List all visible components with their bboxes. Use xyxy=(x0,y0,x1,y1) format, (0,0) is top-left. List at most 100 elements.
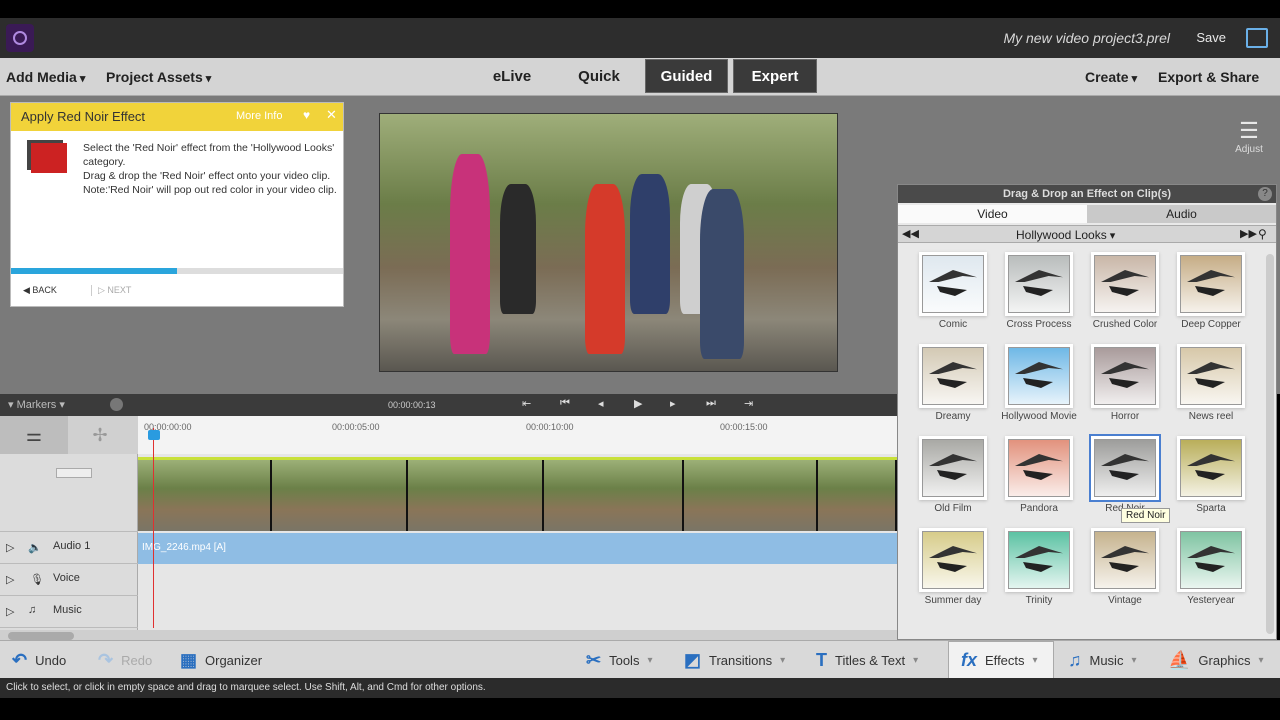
undo-button[interactable]: ↶ Undo xyxy=(12,641,66,679)
tab-expert[interactable]: Expert xyxy=(733,59,817,93)
markers-menu[interactable]: ▾ Markers ▾ xyxy=(8,398,65,411)
tools-label: Tools xyxy=(609,652,640,668)
audio-clip[interactable]: IMG_2246.mp4 [A] xyxy=(138,533,897,564)
effect-label: Dreamy xyxy=(935,411,971,422)
effect-thumbnail xyxy=(922,531,984,589)
video-clip[interactable] xyxy=(138,457,897,531)
tab-guided[interactable]: Guided xyxy=(645,59,728,93)
next-edit-icon[interactable]: ⏭ xyxy=(706,397,716,410)
audio-clip-label: IMG_2246.mp4 [A] xyxy=(142,542,226,553)
timeline-ruler[interactable]: 00:00:00:00 00:00:05:00 00:00:10:00 00:0… xyxy=(138,416,897,454)
effects-scrollbar[interactable] xyxy=(1266,254,1274,634)
effect-hollywood-movie[interactable]: Hollywood Movie xyxy=(996,347,1082,437)
voice-track-header: ▷ 🎙 Voice xyxy=(0,564,138,596)
redo-icon: ↷ xyxy=(98,649,114,670)
playhead[interactable] xyxy=(153,428,154,628)
effect-horror[interactable]: Horror xyxy=(1082,347,1168,437)
music-track-header: ▷ ♫ Music xyxy=(0,596,138,628)
project-assets-menu[interactable]: Project Assets xyxy=(106,69,211,85)
playhead-handle[interactable] xyxy=(148,430,160,440)
step-forward-icon[interactable]: ▸ xyxy=(670,397,676,410)
next-category-icon[interactable]: ▶▶ xyxy=(1240,227,1257,240)
fullscreen-icon[interactable] xyxy=(1246,28,1268,48)
save-button[interactable]: Save xyxy=(1196,30,1226,45)
step-back-icon[interactable]: ◂ xyxy=(598,397,604,410)
guided-panel: Apply Red Noir Effect More Info ♥ ✕ Sele… xyxy=(10,102,344,307)
help-icon[interactable]: ? xyxy=(1258,187,1272,201)
titles-text-button[interactable]: T Titles & Text ▾ xyxy=(816,641,918,679)
track-settings-icon[interactable]: ⚌ xyxy=(0,416,68,454)
tab-elive[interactable]: eLive xyxy=(472,58,552,96)
category-bar: ◀◀ Hollywood Looks ▶▶ ⚲ xyxy=(898,225,1276,243)
expand-icon[interactable]: ▷ xyxy=(6,605,14,618)
effect-yesteryear[interactable]: Yesteryear xyxy=(1168,531,1254,621)
track-label: Voice xyxy=(53,572,80,584)
pilot-icon xyxy=(1195,286,1225,296)
tab-audio[interactable]: Audio xyxy=(1087,205,1276,223)
export-share-menu[interactable]: Export & Share xyxy=(1158,69,1259,85)
go-to-end-icon[interactable]: ⇥ xyxy=(744,397,753,410)
preview-figure xyxy=(500,184,536,314)
adjust-button[interactable]: ☰ Adjust xyxy=(1224,100,1274,170)
guided-progress-fill xyxy=(11,268,177,274)
create-menu[interactable]: Create xyxy=(1085,69,1137,85)
effect-cross-process[interactable]: Cross Process xyxy=(996,255,1082,345)
previous-edit-icon[interactable]: ⏮ xyxy=(560,397,570,410)
tab-video[interactable]: Video xyxy=(898,205,1087,223)
transitions-label: Transitions xyxy=(709,652,773,668)
add-media-menu[interactable]: Add Media xyxy=(6,69,85,85)
search-icon[interactable]: ⚲ xyxy=(1258,227,1267,241)
effect-thumbnail xyxy=(1094,255,1156,313)
effect-trinity[interactable]: Trinity xyxy=(996,531,1082,621)
effects-button[interactable]: fx Effects ▾ xyxy=(948,641,1054,679)
effect-pandora[interactable]: Pandora xyxy=(996,439,1082,529)
hang-glider-icon xyxy=(929,546,977,558)
effect-news-reel[interactable]: News reel xyxy=(1168,347,1254,437)
redo-button[interactable]: ↷ Redo xyxy=(98,641,152,679)
expand-icon[interactable]: ▷ xyxy=(6,573,14,586)
back-button[interactable]: ◀ BACK xyxy=(23,285,57,296)
music-button[interactable]: ♫ Music ▾ xyxy=(1068,641,1136,679)
effect-comic[interactable]: Comic xyxy=(910,255,996,345)
hang-glider-icon xyxy=(1187,546,1235,558)
effect-crushed-color[interactable]: Crushed Color xyxy=(1082,255,1168,345)
graphics-button[interactable]: ⛵ Graphics ▾ xyxy=(1168,641,1263,679)
track-controls-icon[interactable] xyxy=(56,468,92,478)
menu-bar: Add Media Project Assets eLive Quick Gui… xyxy=(0,58,1280,96)
organizer-button[interactable]: ▦ Organizer xyxy=(180,641,262,679)
effect-summer-day[interactable]: Summer day xyxy=(910,531,996,621)
preview-figure xyxy=(585,184,625,354)
more-info-link[interactable]: More Info xyxy=(236,110,282,122)
fit-timeline-icon[interactable]: ✢ xyxy=(70,416,130,454)
pilot-icon xyxy=(1109,378,1139,388)
markers-help-icon[interactable] xyxy=(110,398,123,411)
effect-old-film[interactable]: Old Film xyxy=(910,439,996,529)
pilot-icon xyxy=(1023,378,1053,388)
category-dropdown[interactable]: Hollywood Looks xyxy=(1016,228,1115,242)
effect-deep-copper[interactable]: Deep Copper xyxy=(1168,255,1254,345)
effect-label: Sparta xyxy=(1196,503,1226,514)
effect-dreamy[interactable]: Dreamy xyxy=(910,347,996,437)
play-icon[interactable]: ▶ xyxy=(634,397,642,410)
instruction-line: Note:'Red Noir' will pop out red color i… xyxy=(83,184,337,196)
ruler-tick: 00:00:05:00 xyxy=(332,422,380,432)
music-icon: ♫ xyxy=(1068,649,1082,670)
close-icon[interactable]: ✕ xyxy=(326,107,337,123)
expand-icon[interactable]: ▷ xyxy=(6,541,14,554)
tab-quick[interactable]: Quick xyxy=(559,58,639,96)
go-to-start-icon[interactable]: ⇤ xyxy=(522,397,531,410)
effect-label: Summer day xyxy=(924,595,982,606)
hang-glider-icon xyxy=(1187,454,1235,466)
favorite-icon[interactable]: ♥ xyxy=(303,108,310,122)
effect-vintage[interactable]: Vintage xyxy=(1082,531,1168,621)
effect-thumbnail xyxy=(1008,439,1070,497)
effect-sparta[interactable]: Sparta xyxy=(1168,439,1254,529)
transitions-button[interactable]: ◩ Transitions ▾ xyxy=(684,641,785,679)
effect-thumbnail xyxy=(1180,255,1242,313)
pilot-icon xyxy=(1023,562,1053,572)
previous-category-icon[interactable]: ◀◀ xyxy=(902,227,919,240)
video-preview[interactable] xyxy=(379,113,838,372)
track-label: Music xyxy=(53,604,82,616)
tools-button[interactable]: ✂ Tools ▾ xyxy=(586,641,652,679)
scrollbar-thumb[interactable] xyxy=(8,632,74,640)
